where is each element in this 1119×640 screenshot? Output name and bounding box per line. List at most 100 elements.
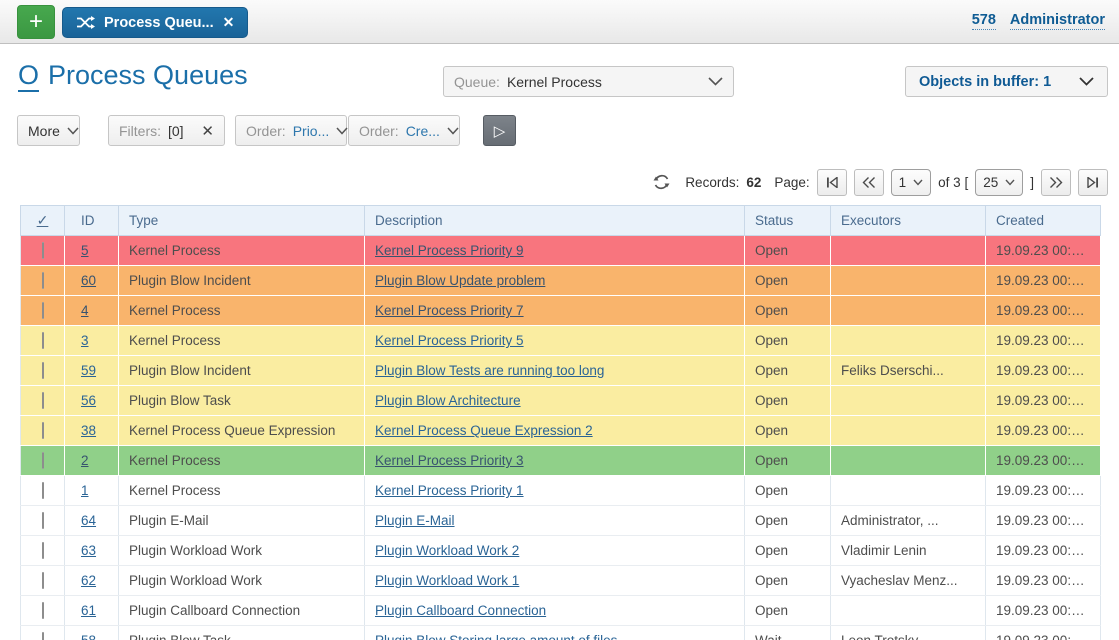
row-id-link[interactable]: 4: [81, 303, 89, 318]
clear-filters-icon[interactable]: ✕: [201, 122, 214, 140]
row-description-link[interactable]: Kernel Process Priority 1: [375, 483, 524, 498]
table-row: 3 Kernel Process Kernel Process Priority…: [20, 325, 1101, 356]
row-id-link[interactable]: 62: [81, 573, 96, 588]
row-checkbox[interactable]: [41, 542, 44, 559]
row-description-link[interactable]: Plugin Workload Work 1: [375, 573, 519, 588]
next-page-button[interactable]: [1041, 168, 1071, 196]
column-header-created[interactable]: Created: [985, 205, 1101, 236]
row-description-link[interactable]: Plugin E-Mail: [375, 513, 455, 528]
select-all-link[interactable]: ✓: [37, 212, 49, 228]
refresh-icon[interactable]: [653, 174, 670, 190]
object-type-link[interactable]: O: [18, 60, 40, 92]
order-label: Order:: [359, 122, 399, 139]
row-description-link[interactable]: Plugin Blow Architecture: [375, 393, 521, 408]
row-executors: Leon Trotsky: [841, 633, 918, 640]
first-page-button[interactable]: [816, 168, 847, 196]
row-status: Wait: [755, 633, 782, 640]
row-type: Plugin Blow Incident: [129, 273, 251, 288]
row-description-link[interactable]: Kernel Process Priority 3: [375, 453, 524, 468]
top-bar: + Process Queu... ✕ 578 Administrator: [0, 0, 1119, 44]
page-of-text: of 3 [: [938, 174, 969, 190]
queue-select-label: Queue:: [454, 73, 500, 90]
order-value: Cre...: [405, 122, 440, 139]
row-type: Kernel Process: [129, 333, 221, 348]
row-description-link[interactable]: Plugin Workload Work 2: [375, 543, 519, 558]
row-checkbox[interactable]: [41, 452, 44, 469]
row-id-link[interactable]: 5: [81, 243, 89, 258]
row-id-link[interactable]: 64: [81, 513, 96, 528]
row-created: 19.09.23 00:14:22: [996, 273, 1101, 288]
row-description-link[interactable]: Plugin Blow Tests are running too long: [375, 363, 604, 378]
plus-icon: +: [28, 8, 43, 35]
queue-select[interactable]: Queue: Kernel Process: [443, 66, 734, 97]
row-id-link[interactable]: 3: [81, 333, 89, 348]
row-executors: Administrator, ...: [841, 513, 939, 528]
column-header-executors[interactable]: Executors: [830, 205, 986, 236]
row-description-link[interactable]: Kernel Process Priority 5: [375, 333, 524, 348]
row-status: Open: [755, 483, 789, 498]
tab-process-queues[interactable]: Process Queu... ✕: [62, 7, 249, 38]
row-checkbox[interactable]: [41, 572, 44, 589]
row-id-link[interactable]: 1: [81, 483, 89, 498]
row-id-link[interactable]: 56: [81, 393, 96, 408]
row-description-link[interactable]: Plugin Blow Update problem: [375, 273, 545, 288]
row-checkbox[interactable]: [41, 422, 44, 439]
filters-count: [0]: [168, 122, 184, 139]
row-created: 19.09.23 00:14:13: [996, 333, 1101, 348]
prev-page-button[interactable]: [853, 168, 884, 196]
page-number-select[interactable]: 1: [890, 168, 932, 196]
row-id-link[interactable]: 59: [81, 363, 96, 378]
row-checkbox[interactable]: [41, 362, 44, 379]
row-checkbox[interactable]: [41, 272, 44, 289]
order-priority-select[interactable]: Order: Prio...: [235, 115, 348, 146]
row-id-link[interactable]: 58: [81, 633, 96, 640]
queue-select-value: Kernel Process: [506, 73, 602, 90]
row-id-link[interactable]: 63: [81, 543, 96, 558]
more-menu-button[interactable]: More: [17, 115, 80, 146]
order-created-select[interactable]: Order: Cre...: [348, 115, 460, 146]
notification-count-link[interactable]: 578: [971, 12, 996, 30]
row-checkbox[interactable]: [41, 632, 44, 640]
row-id-link[interactable]: 38: [81, 423, 96, 438]
table-row: 63 Plugin Workload Work Plugin Workload …: [20, 535, 1101, 566]
play-icon: ▷: [493, 122, 506, 140]
tab-close-icon[interactable]: ✕: [223, 14, 235, 31]
row-description-link[interactable]: Kernel Process Priority 9: [375, 243, 524, 258]
row-checkbox[interactable]: [41, 392, 44, 409]
row-checkbox[interactable]: [41, 482, 44, 499]
column-header-status[interactable]: Status: [744, 205, 831, 236]
row-checkbox[interactable]: [41, 302, 44, 319]
chevron-down-icon: [708, 77, 723, 86]
row-description-link[interactable]: Plugin Callboard Connection: [375, 603, 546, 618]
row-checkbox[interactable]: [41, 602, 44, 619]
column-header-id[interactable]: ID: [64, 205, 119, 236]
row-id-link[interactable]: 2: [81, 453, 89, 468]
table-header-row: ✓ ID Type Description Status Executors C…: [20, 205, 1101, 236]
filters-box[interactable]: Filters: [0] ✕: [108, 115, 225, 146]
column-header-description[interactable]: Description: [364, 205, 745, 236]
double-chevron-right-icon: [1050, 176, 1063, 188]
row-checkbox[interactable]: [41, 512, 44, 529]
objects-in-buffer-button[interactable]: Objects in buffer: 1: [905, 66, 1108, 97]
last-page-button[interactable]: [1078, 168, 1108, 196]
row-checkbox[interactable]: [41, 332, 44, 349]
row-description-link[interactable]: Plugin Blow Storing large amount of file…: [375, 633, 617, 640]
row-type: Plugin Blow Task: [129, 393, 231, 408]
add-tab-button[interactable]: +: [17, 5, 55, 39]
row-id-link[interactable]: 60: [81, 273, 96, 288]
row-created: 19.09.23 00:14:22: [996, 363, 1101, 378]
row-created: 19.09.23 00:14:13: [996, 303, 1101, 318]
row-description-link[interactable]: Kernel Process Priority 7: [375, 303, 524, 318]
row-description-link[interactable]: Kernel Process Queue Expression 2: [375, 423, 593, 438]
row-status: Open: [755, 453, 789, 468]
current-user-link[interactable]: Administrator: [1009, 12, 1105, 30]
row-id-link[interactable]: 61: [81, 603, 96, 618]
run-search-button[interactable]: ▷: [483, 115, 516, 146]
row-status: Open: [755, 573, 789, 588]
row-type: Plugin Callboard Connection: [129, 603, 301, 618]
column-header-type[interactable]: Type: [118, 205, 365, 236]
page-size-select[interactable]: 25: [975, 168, 1024, 196]
row-checkbox[interactable]: [41, 242, 44, 259]
table-row: 59 Plugin Blow Incident Plugin Blow Test…: [20, 355, 1101, 386]
table-row: 56 Plugin Blow Task Plugin Blow Architec…: [20, 385, 1101, 416]
